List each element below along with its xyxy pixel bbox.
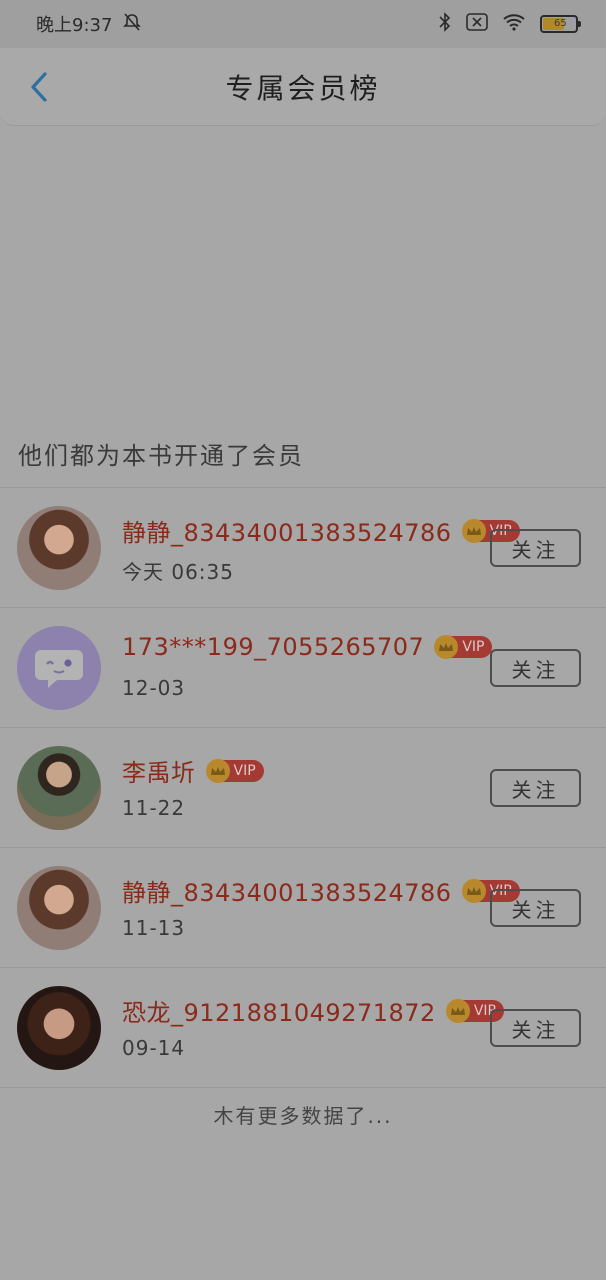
list-item[interactable]: 静静_83434001383524786 VIP 今天 06:35 关注 — [0, 488, 606, 608]
avatar[interactable] — [17, 866, 101, 950]
follow-button[interactable]: 关注 — [490, 889, 581, 927]
sim-x-icon — [466, 12, 488, 36]
member-name[interactable]: 173***199_7055265707 — [122, 633, 424, 661]
no-more-data-text: 木有更多数据了... — [213, 1104, 393, 1128]
bluetooth-icon — [438, 11, 452, 37]
back-button[interactable] — [22, 70, 56, 104]
member-name[interactable]: 静静_83434001383524786 — [122, 513, 452, 548]
crown-icon — [461, 518, 486, 543]
battery-level: 65 — [554, 18, 567, 29]
back-arrow-icon — [31, 72, 47, 102]
status-left: 晚上9:37 — [36, 11, 142, 37]
wifi-icon — [502, 13, 526, 36]
follow-button[interactable]: 关注 — [490, 649, 581, 687]
member-name[interactable]: 恐龙_9121881049271872 — [122, 993, 436, 1028]
member-name[interactable]: 静静_83434001383524786 — [122, 873, 452, 908]
nav-bar: 专属会员榜 — [0, 48, 606, 126]
follow-button[interactable]: 关注 — [490, 529, 581, 567]
crown-icon — [434, 635, 459, 659]
vip-label: VIP — [233, 762, 256, 779]
avatar[interactable] — [17, 506, 101, 590]
status-time: 晚上9:37 — [36, 15, 113, 36]
page-title: 专属会员榜 — [225, 71, 381, 105]
member-date: 今天 06:35 — [122, 560, 234, 584]
section-title: 他们都为本书开通了会员 — [18, 442, 304, 470]
follow-button[interactable]: 关注 — [490, 1009, 581, 1047]
list-item[interactable]: 静静_83434001383524786 VIP 11-13 关注 — [0, 848, 606, 968]
crown-icon — [445, 998, 470, 1023]
avatar[interactable] — [17, 986, 101, 1070]
member-date: 11-22 — [122, 796, 186, 820]
list-item[interactable]: 173***199_7055265707 VIP 12-03 关注 — [0, 608, 606, 728]
member-list: 静静_83434001383524786 VIP 今天 06:35 关注 173… — [0, 487, 606, 1088]
chat-bubble-icon — [35, 650, 83, 688]
follow-button[interactable]: 关注 — [490, 769, 581, 807]
crown-icon — [461, 878, 486, 903]
status-bar: 晚上9:37 65 — [0, 0, 606, 48]
list-item[interactable]: 李禹圻 VIP 11-22 关注 — [0, 728, 606, 848]
member-name[interactable]: 李禹圻 — [122, 753, 196, 788]
vip-badge: VIP — [205, 758, 264, 783]
avatar[interactable] — [17, 746, 101, 830]
crown-icon — [205, 758, 230, 783]
member-date: 11-13 — [122, 916, 186, 940]
battery-icon: 65 — [540, 15, 581, 33]
vip-badge: VIP — [434, 635, 493, 659]
list-item[interactable]: 恐龙_9121881049271872 VIP 09-14 关注 — [0, 968, 606, 1088]
alarm-off-icon — [122, 12, 142, 37]
member-date: 09-14 — [122, 1036, 186, 1060]
avatar[interactable] — [17, 626, 101, 710]
vip-label: VIP — [462, 639, 485, 655]
status-right: 65 — [438, 11, 581, 37]
member-date: 12-03 — [122, 676, 186, 700]
